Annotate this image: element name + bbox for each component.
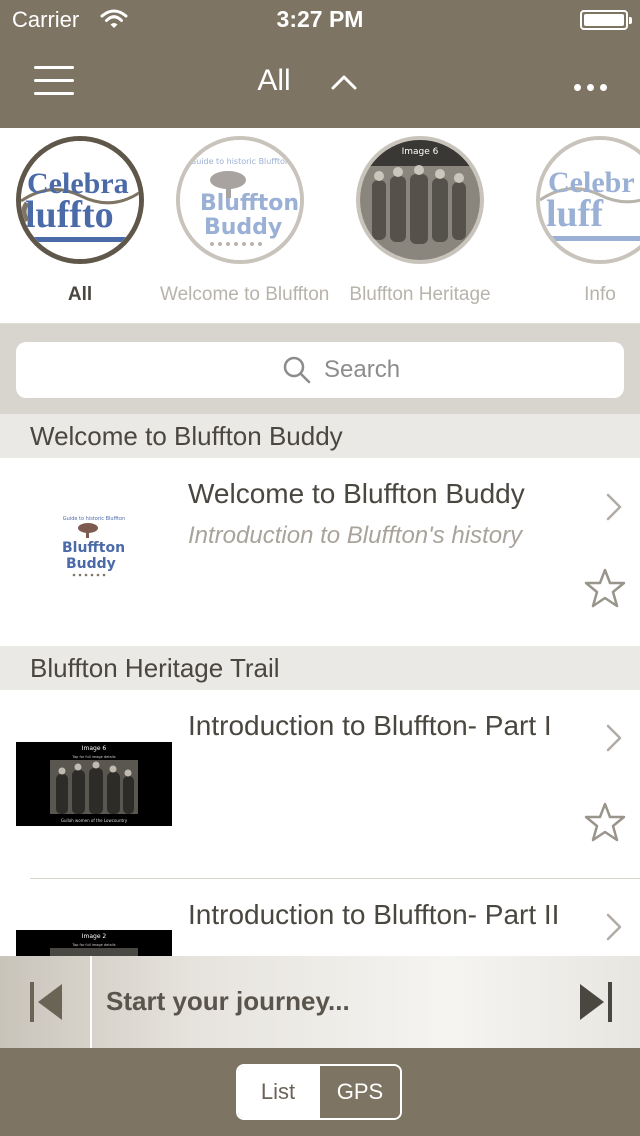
list-item[interactable]: Image 6 Tap for full image details Gulla… xyxy=(0,690,640,878)
skip-previous-icon[interactable] xyxy=(30,982,64,1022)
svg-text:Image 6: Image 6 xyxy=(82,745,107,752)
chevron-right-icon xyxy=(606,724,622,752)
heritage-video-thumbnail: Image 6 Tap for full image details Gulla… xyxy=(16,742,172,826)
view-mode-segmented-control[interactable]: List GPS xyxy=(236,1064,402,1120)
svg-text:Guide to historic Bluffton: Guide to historic Bluffton xyxy=(190,157,290,166)
bluffton-buddy-logo: Guide to historic Bluffton Bluffton Budd… xyxy=(176,136,304,264)
svg-text:Buddy: Buddy xyxy=(66,556,116,572)
audio-player-bar: Start your journey... xyxy=(0,956,640,1048)
chevron-right-icon xyxy=(606,913,622,941)
svg-text:Buddy: Buddy xyxy=(204,215,282,240)
skip-next-icon[interactable] xyxy=(578,982,612,1022)
search-icon xyxy=(283,356,311,384)
svg-text:Tap for full image details: Tap for full image details xyxy=(71,943,115,947)
bluffton-buddy-thumbnail: Guide to historic Bluffton Bluffton Budd… xyxy=(58,512,130,580)
gps-view-button[interactable]: GPS xyxy=(318,1066,400,1118)
list-item[interactable]: Guide to historic Bluffton Bluffton Budd… xyxy=(0,458,640,646)
item-title: Welcome to Bluffton Buddy xyxy=(188,478,525,509)
svg-text:Image 6: Image 6 xyxy=(402,147,439,157)
category-welcome-to-bluffton[interactable]: Guide to historic Bluffton Bluffton Budd… xyxy=(160,136,330,306)
favorite-star-icon[interactable] xyxy=(584,802,626,842)
chevron-right-icon xyxy=(606,493,622,521)
chevron-up-icon[interactable] xyxy=(330,70,358,94)
list-item[interactable]: Image 2 Tap for full image details Intro… xyxy=(0,879,640,956)
list-view-button[interactable]: List xyxy=(238,1066,318,1118)
section-header: Bluffton Heritage Trail xyxy=(0,646,640,690)
battery-icon xyxy=(580,10,632,30)
celebrate-bluffton-logo: Celebra luffto xyxy=(16,136,144,264)
svg-text:luffto: luffto xyxy=(25,194,114,236)
category-carousel[interactable]: Celebra luffto All Guide to historic Blu… xyxy=(0,128,640,324)
category-label: Welcome to Bluffton xyxy=(160,284,330,305)
category-bluffton-heritage[interactable]: Image 6 Bluffton Heritage xyxy=(340,136,500,306)
svg-text:Image 2: Image 2 xyxy=(82,933,107,940)
svg-text:Bluffton: Bluffton xyxy=(62,540,125,556)
category-all[interactable]: Celebra luffto All xyxy=(0,136,160,306)
category-info[interactable]: Celebr luff Info xyxy=(520,136,640,306)
celebrate-bluffton-logo-faded: Celebr luff xyxy=(536,136,640,264)
bottom-toolbar: List GPS xyxy=(0,1048,640,1136)
player-status-text: Start your journey... xyxy=(106,986,350,1016)
section-header: Welcome to Bluffton Buddy xyxy=(0,414,640,458)
nav-title[interactable]: All xyxy=(0,64,548,98)
search-bar-container xyxy=(0,324,640,414)
search-box[interactable] xyxy=(16,342,624,398)
item-title: Introduction to Bluffton- Part II xyxy=(188,899,560,930)
svg-text:Bluffton: Bluffton xyxy=(200,191,299,216)
svg-text:luff: luff xyxy=(546,193,604,235)
status-bar: Carrier 3:27 PM xyxy=(0,0,640,40)
svg-text:Tap for full image details: Tap for full image details xyxy=(71,755,115,759)
status-time: 3:27 PM xyxy=(276,6,364,32)
category-label: Info xyxy=(584,284,616,305)
heritage-video-thumbnail: Image 2 Tap for full image details xyxy=(16,930,172,956)
heritage-photo-thumbnail: Image 6 xyxy=(356,136,484,264)
category-label: Bluffton Heritage xyxy=(349,284,491,305)
more-options-icon[interactable] xyxy=(574,76,614,91)
category-label: All xyxy=(67,284,93,305)
svg-text:Gullah women of the Lowcountry: Gullah women of the Lowcountry xyxy=(61,818,128,823)
search-input[interactable] xyxy=(324,354,524,386)
item-title: Introduction to Bluffton- Part I xyxy=(188,710,552,741)
item-subtitle: Introduction to Bluffton's history xyxy=(188,522,523,549)
top-bar: Carrier 3:27 PM All xyxy=(0,0,640,128)
svg-text:Guide to historic Bluffton: Guide to historic Bluffton xyxy=(63,516,125,522)
favorite-star-icon[interactable] xyxy=(584,568,626,608)
player-divider xyxy=(90,956,92,1048)
